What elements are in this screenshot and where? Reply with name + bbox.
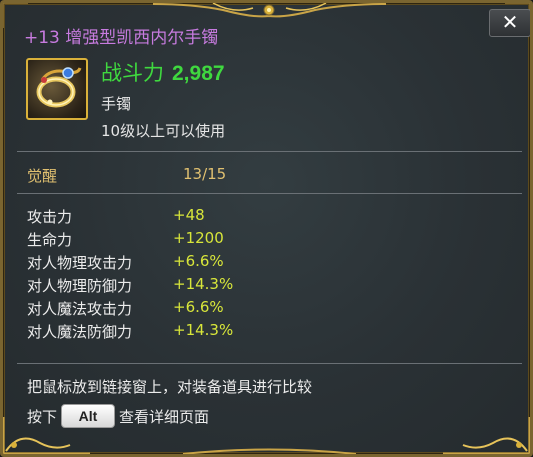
level-requirement: 10级以上可以使用 bbox=[101, 122, 226, 140]
divider bbox=[17, 151, 522, 152]
stat-value: +48 bbox=[173, 206, 205, 224]
bracelet-icon bbox=[26, 58, 88, 120]
stat-name: 对人魔法攻击力 bbox=[27, 300, 133, 318]
stat-row: 对人魔法攻击力 +6.6% bbox=[27, 298, 287, 321]
stat-name: 对人物理防御力 bbox=[27, 277, 133, 295]
divider bbox=[17, 363, 522, 364]
stat-name: 对人魔法防御力 bbox=[27, 323, 133, 341]
compare-hint: 把鼠标放到链接窗上，对装备道具进行比较 bbox=[27, 378, 313, 396]
stats-list: 攻击力 +48 生命力 +1200 对人物理攻击力 +6.6% 对人物理防御力 … bbox=[27, 206, 287, 344]
stat-value: +1200 bbox=[173, 229, 224, 247]
item-tooltip: ✕ +13 增强型凯西内尔手镯 战斗力 2,987 手镯 10级以上可以使用 觉醒… bbox=[0, 0, 533, 457]
press-label: 按下 bbox=[27, 407, 58, 426]
stat-value: +6.6% bbox=[173, 298, 224, 316]
divider bbox=[17, 193, 522, 194]
stat-row: 对人魔法防御力 +14.3% bbox=[27, 321, 287, 344]
detail-label: 查看详细页面 bbox=[119, 407, 210, 426]
stat-value: +14.3% bbox=[173, 321, 234, 339]
awakening-value: 13/15 bbox=[183, 165, 227, 183]
combat-power: 战斗力 2,987 bbox=[101, 57, 225, 87]
stat-name: 生命力 bbox=[27, 231, 73, 249]
item-type: 手镯 bbox=[101, 95, 132, 113]
combat-power-value: 2,987 bbox=[172, 62, 225, 85]
bottom-ornament bbox=[183, 448, 356, 454]
awakening-label: 觉醒 bbox=[27, 167, 58, 185]
corner-ornament-bottom-right bbox=[443, 417, 530, 454]
close-button[interactable]: ✕ bbox=[489, 9, 530, 37]
stat-value: +6.6% bbox=[173, 252, 224, 270]
item-title: +13 增强型凯西内尔手镯 bbox=[24, 28, 219, 48]
stat-value: +14.3% bbox=[173, 275, 234, 293]
alt-key-cap: Alt bbox=[61, 404, 116, 428]
combat-power-label: 战斗力 bbox=[101, 61, 164, 85]
top-ornament bbox=[153, 3, 386, 18]
stat-name: 对人物理攻击力 bbox=[27, 254, 133, 272]
alt-key-hint: 按下 Alt 查看详细页面 bbox=[27, 404, 209, 428]
stat-row: 生命力 +1200 bbox=[27, 229, 287, 252]
stat-row: 攻击力 +48 bbox=[27, 206, 287, 229]
stat-row: 对人物理攻击力 +6.6% bbox=[27, 252, 287, 275]
stat-name: 攻击力 bbox=[27, 208, 73, 226]
stat-row: 对人物理防御力 +14.3% bbox=[27, 275, 287, 298]
